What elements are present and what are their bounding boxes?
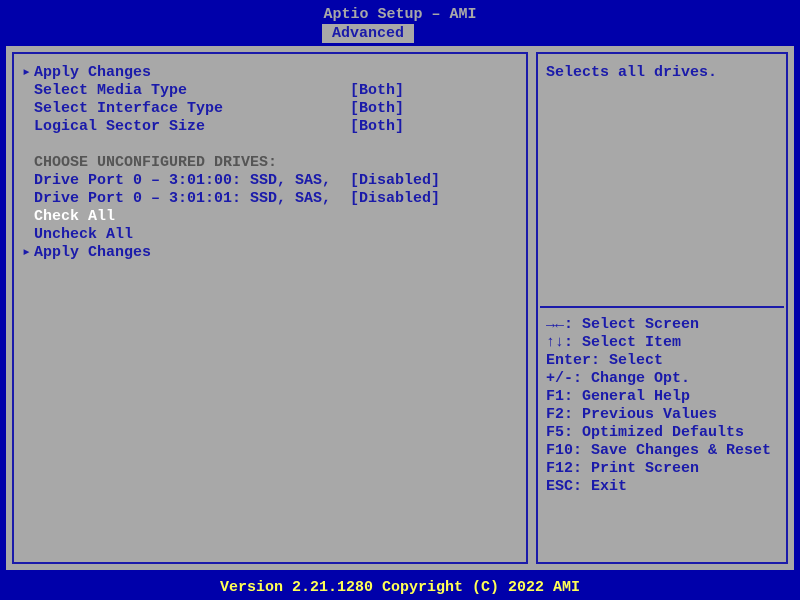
menu-item-label: Select Media Type — [34, 82, 350, 100]
help-key-line: ↑↓: Select Item — [546, 334, 778, 352]
menu-item-label: CHOOSE UNCONFIGURED DRIVES: — [34, 154, 350, 172]
menu-row[interactable]: Select Media Type[Both] — [22, 82, 518, 100]
help-key-line: ESC: Exit — [546, 478, 778, 496]
menu-row[interactable]: Select Interface Type[Both] — [22, 100, 518, 118]
menu-item-value: [Both] — [350, 118, 404, 136]
menu-item-label — [34, 136, 350, 154]
menu-row — [22, 136, 518, 154]
submenu-arrow-icon — [22, 118, 34, 136]
main-workspace: ▸Apply Changes Select Media Type[Both] S… — [6, 46, 794, 570]
menu-row[interactable]: Drive Port 0 – 3:01:00: SSD, SAS,[Disabl… — [22, 172, 518, 190]
menu-row[interactable]: Uncheck All — [22, 226, 518, 244]
help-key-line: Enter: Select — [546, 352, 778, 370]
menu-item-value: [Both] — [350, 82, 404, 100]
menu-item-value: [Both] — [350, 100, 404, 118]
menu-row[interactable]: Check All — [22, 208, 518, 226]
menu-item-label: Apply Changes — [34, 64, 350, 82]
menu-row[interactable]: ▸Apply Changes — [22, 64, 518, 82]
footer-version: Version 2.21.1280 Copyright (C) 2022 AMI — [0, 579, 800, 596]
help-panel: Selects all drives. →←: Select Screen↑↓:… — [536, 52, 788, 564]
help-key-line: F2: Previous Values — [546, 406, 778, 424]
help-key-line: →←: Select Screen — [546, 316, 778, 334]
help-key-line: F1: General Help — [546, 388, 778, 406]
submenu-arrow-icon — [22, 172, 34, 190]
menu-item-label: Select Interface Type — [34, 100, 350, 118]
menu-item-value: [Disabled] — [350, 172, 440, 190]
menu-item-label: Drive Port 0 – 3:01:01: SSD, SAS, — [34, 190, 350, 208]
help-key-line: F12: Print Screen — [546, 460, 778, 478]
help-text: Selects all drives. — [546, 64, 778, 82]
title-bar: Aptio Setup – AMI Advanced — [0, 0, 800, 44]
setup-title: Aptio Setup – AMI — [0, 6, 800, 23]
submenu-arrow-icon — [22, 100, 34, 118]
menu-row: CHOOSE UNCONFIGURED DRIVES: — [22, 154, 518, 172]
menu-item-label: Uncheck All — [34, 226, 350, 244]
menu-row[interactable]: ▸Apply Changes — [22, 244, 518, 262]
submenu-arrow-icon — [22, 190, 34, 208]
submenu-arrow-icon: ▸ — [22, 244, 34, 262]
submenu-arrow-icon — [22, 226, 34, 244]
menu-panel: ▸Apply Changes Select Media Type[Both] S… — [12, 52, 528, 564]
menu-item-label: Drive Port 0 – 3:01:00: SSD, SAS, — [34, 172, 350, 190]
help-key-line: F5: Optimized Defaults — [546, 424, 778, 442]
help-keys: →←: Select Screen↑↓: Select ItemEnter: S… — [546, 316, 778, 496]
menu-row[interactable]: Logical Sector Size[Both] — [22, 118, 518, 136]
submenu-arrow-icon — [22, 208, 34, 226]
menu-item-value: [Disabled] — [350, 190, 440, 208]
submenu-arrow-icon — [22, 82, 34, 100]
menu-item-label: Logical Sector Size — [34, 118, 350, 136]
submenu-arrow-icon — [22, 154, 34, 172]
tab-advanced[interactable]: Advanced — [322, 24, 414, 43]
submenu-arrow-icon: ▸ — [22, 64, 34, 82]
menu-row[interactable]: Drive Port 0 – 3:01:01: SSD, SAS,[Disabl… — [22, 190, 518, 208]
menu-item-label: Apply Changes — [34, 244, 350, 262]
help-separator — [540, 306, 784, 308]
submenu-arrow-icon — [22, 136, 34, 154]
help-key-line: +/-: Change Opt. — [546, 370, 778, 388]
help-key-line: F10: Save Changes & Reset — [546, 442, 778, 460]
menu-item-label: Check All — [34, 208, 350, 226]
